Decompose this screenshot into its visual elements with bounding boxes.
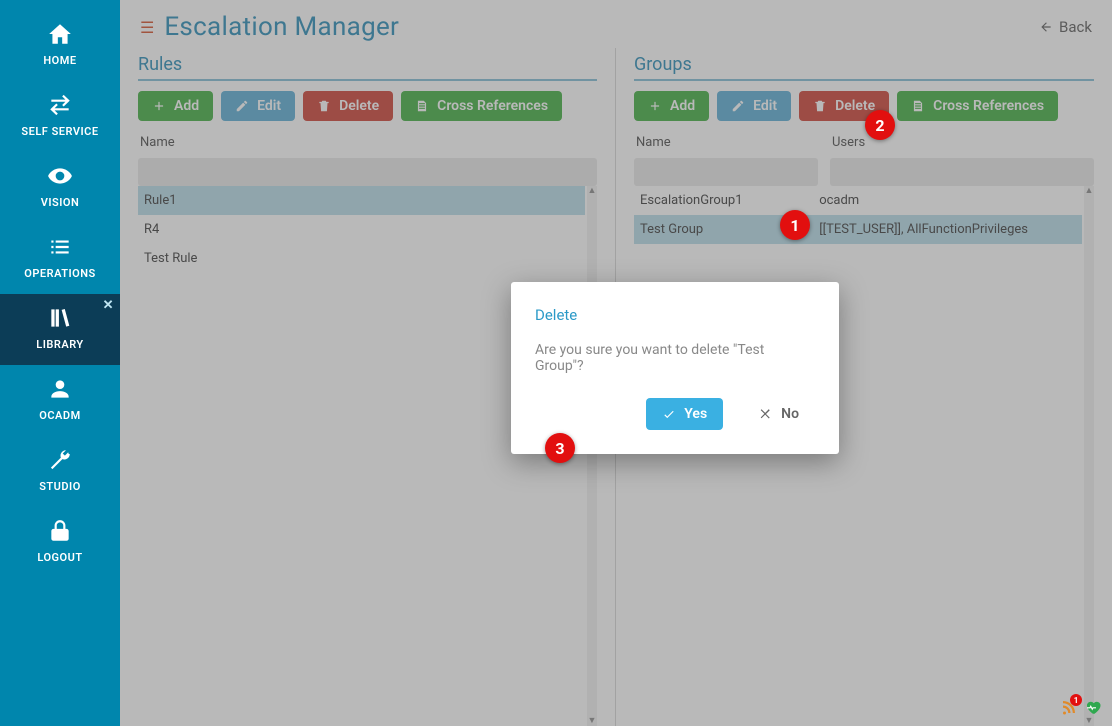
modal-yes-button[interactable]: Yes [646, 398, 723, 430]
nav-vision[interactable]: VISION [0, 152, 120, 223]
modal-no-button[interactable]: No [743, 398, 815, 430]
feed-icon[interactable]: 1 [1060, 698, 1078, 720]
wrench-icon [46, 446, 74, 474]
nav-label: LIBRARY [36, 338, 83, 351]
annotation-3: 3 [545, 433, 575, 463]
annotation-2: 2 [865, 110, 895, 140]
list-icon [46, 233, 74, 261]
nav-self-service[interactable]: SELF SERVICE [0, 81, 120, 152]
check-icon [662, 407, 676, 421]
books-icon [46, 304, 74, 332]
x-icon [759, 407, 773, 421]
user-icon [46, 375, 74, 403]
status-icons: 1 [1060, 698, 1102, 720]
feed-badge: 1 [1070, 694, 1082, 706]
modal-message: Are you sure you want to delete "Test Gr… [535, 342, 815, 374]
close-icon[interactable]: ✕ [103, 298, 114, 313]
nav-label: SELF SERVICE [21, 125, 98, 138]
modal-title: Delete [535, 306, 815, 324]
lock-icon [46, 517, 74, 545]
nav-label: OCADM [39, 409, 80, 422]
nav-logout[interactable]: LOGOUT [0, 507, 120, 578]
nav-ocadm[interactable]: OCADM [0, 365, 120, 436]
nav-label: OPERATIONS [24, 267, 96, 280]
nav-library[interactable]: ✕ LIBRARY [0, 294, 120, 365]
annotation-1: 1 [780, 210, 810, 240]
nav-home[interactable]: HOME [0, 10, 120, 81]
heart-icon[interactable] [1084, 698, 1102, 720]
nav-operations[interactable]: OPERATIONS [0, 223, 120, 294]
nav-label: STUDIO [39, 480, 81, 493]
home-icon [46, 20, 74, 48]
sidebar: HOME SELF SERVICE VISION OPERATIONS ✕ LI… [0, 0, 120, 726]
nav-label: HOME [43, 54, 76, 67]
swap-icon [46, 91, 74, 119]
delete-modal: Delete Are you sure you want to delete "… [511, 282, 839, 454]
nav-label: LOGOUT [37, 551, 82, 564]
main: ☰ Escalation Manager Back Rules Add Edit… [120, 0, 1112, 726]
eye-icon [46, 162, 74, 190]
nav-label: VISION [41, 196, 80, 209]
nav-studio[interactable]: STUDIO [0, 436, 120, 507]
